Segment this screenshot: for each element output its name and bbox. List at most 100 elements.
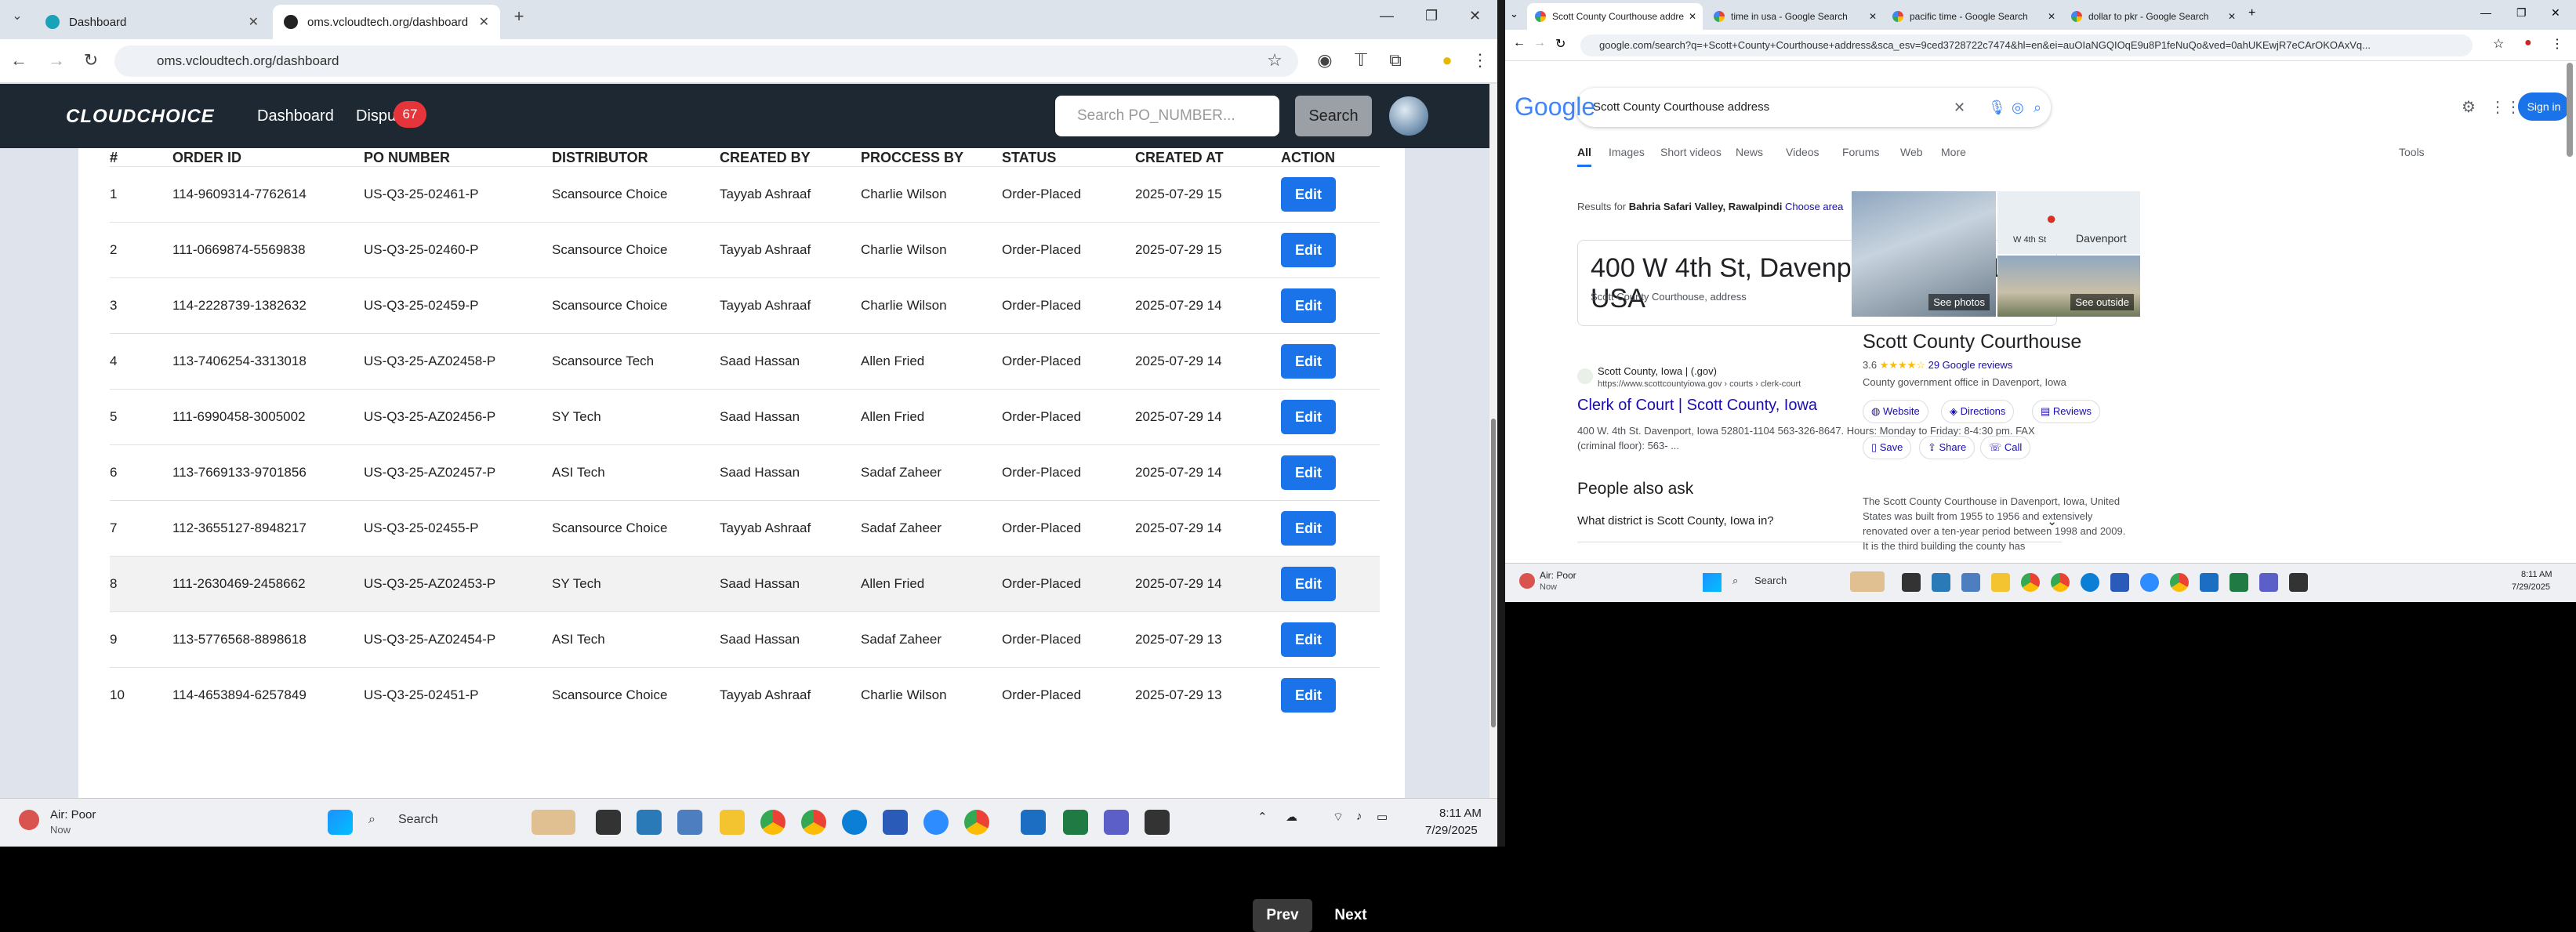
tab-dollar-pkr[interactable]: dollar to pkr - Google Search ✕ bbox=[2063, 3, 2242, 30]
choose-area-link[interactable]: Choose area bbox=[1785, 201, 1843, 212]
tab-more[interactable]: More bbox=[1941, 146, 1966, 158]
edit-button[interactable]: Edit bbox=[1281, 455, 1336, 490]
edge-icon[interactable] bbox=[2081, 573, 2099, 592]
forward-icon[interactable]: → bbox=[1533, 36, 1546, 50]
directions-button[interactable]: ◈ Directions bbox=[1941, 400, 2015, 423]
reader-icon[interactable]: 𝕋 bbox=[1350, 50, 1372, 71]
tab-news[interactable]: News bbox=[1736, 146, 1763, 158]
close-icon[interactable]: ✕ bbox=[479, 14, 489, 30]
file-explorer-icon[interactable] bbox=[720, 810, 745, 835]
clock-date[interactable]: 7/29/2025 bbox=[2512, 582, 2550, 592]
tab-web[interactable]: Web bbox=[1900, 146, 1923, 158]
edit-button[interactable]: Edit bbox=[1281, 511, 1336, 546]
close-window-icon[interactable]: ✕ bbox=[1469, 8, 1481, 24]
reload-icon[interactable]: ↻ bbox=[80, 50, 102, 71]
scrollbar-thumb[interactable] bbox=[2567, 63, 2573, 157]
website-button[interactable]: ◍ Website bbox=[1863, 400, 1928, 423]
bookmark-star-icon[interactable]: ☆ bbox=[1264, 50, 1286, 71]
reload-icon[interactable]: ↻ bbox=[1555, 36, 1566, 52]
edit-button[interactable]: Edit bbox=[1281, 177, 1336, 212]
profile-icon[interactable]: ● bbox=[1436, 50, 1458, 71]
minimize-icon[interactable]: — bbox=[1380, 8, 1394, 24]
search-icon[interactable]: ⌕ bbox=[2034, 88, 2041, 127]
battery-icon[interactable]: ▭ bbox=[1377, 810, 1388, 824]
start-icon[interactable] bbox=[1703, 573, 1722, 592]
po-search-input[interactable]: Search PO_NUMBER... bbox=[1055, 96, 1279, 136]
menu-icon[interactable]: ⋮ bbox=[1469, 50, 1491, 71]
edit-button[interactable]: Edit bbox=[1281, 678, 1336, 713]
street-view-photo[interactable]: See outside bbox=[1997, 256, 2140, 317]
tab-list-icon[interactable]: ⌄ bbox=[6, 8, 28, 24]
see-outside-label[interactable]: See outside bbox=[2070, 294, 2134, 310]
extension-icon[interactable]: ◉ bbox=[1314, 50, 1336, 71]
app-icon[interactable] bbox=[1932, 573, 1950, 592]
start-icon[interactable] bbox=[328, 810, 353, 835]
taskbar-search[interactable]: Search bbox=[398, 813, 438, 827]
calculator-icon[interactable] bbox=[677, 810, 702, 835]
weather-text[interactable]: Air: Poor bbox=[50, 808, 96, 821]
outlook-icon[interactable] bbox=[883, 810, 908, 835]
edit-button[interactable]: Edit bbox=[1281, 344, 1336, 379]
zoom-icon[interactable] bbox=[2140, 573, 2159, 592]
puzzle-icon[interactable]: ⧉ bbox=[1384, 50, 1406, 71]
google-search-input[interactable]: Scott County Courthouse address ✕ 🎙 ◎ ⌕ bbox=[1576, 88, 2051, 127]
location-map[interactable]: ● W 4th St Davenport bbox=[1997, 191, 2140, 254]
address-bar[interactable]: oms.vcloudtech.org/dashboard bbox=[114, 45, 1298, 77]
close-icon[interactable]: ✕ bbox=[249, 14, 259, 30]
weather-icon[interactable] bbox=[1519, 573, 1535, 589]
outlook-icon[interactable] bbox=[2110, 573, 2129, 592]
tab-time-usa[interactable]: time in usa - Google Search ✕ bbox=[1706, 3, 1883, 30]
chrome-icon[interactable] bbox=[2170, 573, 2189, 592]
chrome-icon[interactable] bbox=[801, 810, 826, 835]
prev-button[interactable]: Prev bbox=[1253, 899, 1312, 932]
weather-icon[interactable] bbox=[19, 810, 39, 830]
restore-icon[interactable]: ❐ bbox=[1425, 8, 1438, 24]
clock-date[interactable]: 7/29/2025 bbox=[1425, 824, 1478, 837]
chrome-icon[interactable] bbox=[964, 810, 989, 835]
address-bar[interactable]: google.com/search?q=+Scott+County+Courth… bbox=[1580, 34, 2473, 56]
edit-button[interactable]: Edit bbox=[1281, 622, 1336, 657]
close-icon[interactable]: ✕ bbox=[1869, 11, 1877, 22]
tab-oms-dashboard[interactable]: oms.vcloudtech.org/dashboard ✕ bbox=[273, 5, 500, 39]
search-icon[interactable]: ⌕ bbox=[1732, 575, 1738, 587]
app-icon[interactable] bbox=[2200, 573, 2219, 592]
nav-disputes[interactable]: Dispu bbox=[356, 107, 396, 125]
excel-icon[interactable] bbox=[1063, 810, 1088, 835]
tab-forums[interactable]: Forums bbox=[1842, 146, 1879, 158]
share-button[interactable]: ⇪ Share bbox=[1919, 436, 1976, 459]
back-icon[interactable]: ← bbox=[1513, 36, 1526, 50]
save-button[interactable]: ▯ Save bbox=[1863, 436, 1912, 459]
reviews-button[interactable]: ▤ Reviews bbox=[2032, 400, 2101, 423]
clock-time[interactable]: 8:11 AM bbox=[1439, 807, 1482, 820]
lens-icon[interactable]: ◎ bbox=[2012, 88, 2024, 127]
tab-list-icon[interactable]: ⌄ bbox=[1510, 8, 1518, 20]
profile-icon[interactable]: ● bbox=[2524, 36, 2532, 50]
edit-button[interactable]: Edit bbox=[1281, 400, 1336, 434]
mic-icon[interactable]: 🎙 bbox=[1988, 88, 2006, 127]
menu-icon[interactable]: ⋮ bbox=[2551, 36, 2563, 52]
see-photos-label[interactable]: See photos bbox=[1928, 294, 1990, 310]
close-icon[interactable]: ✕ bbox=[2228, 11, 2236, 22]
edit-button[interactable]: Edit bbox=[1281, 567, 1336, 601]
result-title-link[interactable]: Clerk of Court | Scott County, Iowa bbox=[1577, 397, 1817, 415]
weather-text[interactable]: Air: Poor bbox=[1540, 570, 1576, 581]
apps-grid-icon[interactable]: ⋮⋮ bbox=[2490, 97, 2521, 117]
close-icon[interactable]: ✕ bbox=[2048, 11, 2055, 22]
clear-icon[interactable]: ✕ bbox=[1954, 88, 1965, 127]
edit-button[interactable]: Edit bbox=[1281, 233, 1336, 267]
chrome-icon[interactable] bbox=[760, 810, 785, 835]
chevron-up-icon[interactable]: ⌃ bbox=[1257, 810, 1268, 824]
wifi-icon[interactable]: ⌔ bbox=[1333, 810, 1344, 825]
minimize-icon[interactable]: — bbox=[2480, 6, 2491, 19]
volume-icon[interactable]: ♪ bbox=[1356, 810, 1362, 823]
reviews-link[interactable]: 29 Google reviews bbox=[1928, 359, 2013, 371]
search-button[interactable]: Search bbox=[1295, 96, 1372, 136]
tab-courthouse[interactable]: Scott County Courthouse addre ✕ bbox=[1527, 3, 1703, 30]
forward-icon[interactable]: → bbox=[45, 50, 67, 71]
edge-icon[interactable] bbox=[842, 810, 867, 835]
taskbar-search[interactable]: Search bbox=[1754, 575, 1787, 586]
app-icon[interactable] bbox=[1021, 810, 1046, 835]
zoom-icon[interactable] bbox=[923, 810, 949, 835]
onedrive-icon[interactable]: ☁ bbox=[1286, 810, 1297, 824]
close-window-icon[interactable]: ✕ bbox=[2551, 6, 2560, 20]
